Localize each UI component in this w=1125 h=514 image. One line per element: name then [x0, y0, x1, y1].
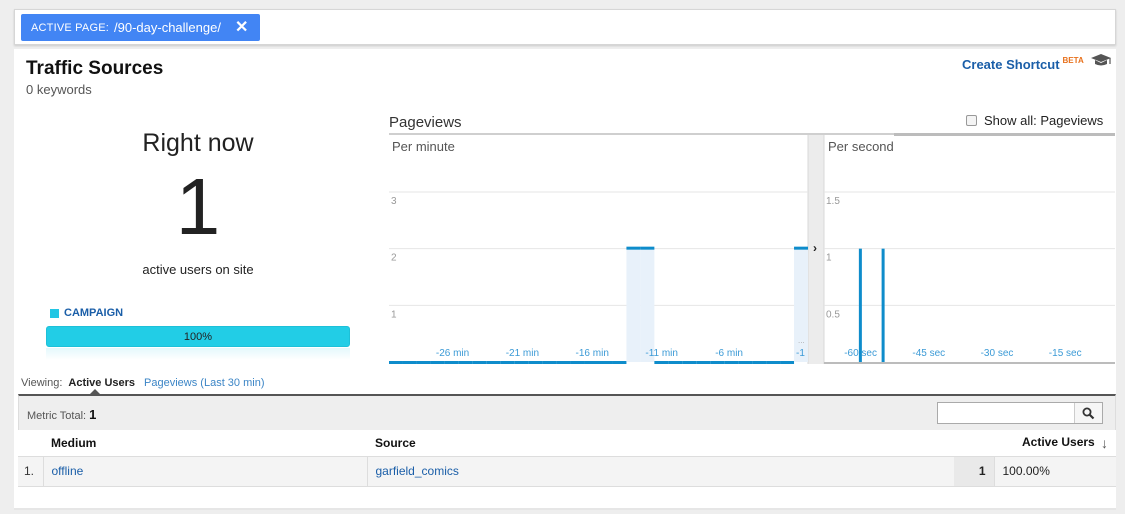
panel-bottom [14, 508, 1116, 510]
bar-zero [696, 361, 711, 364]
close-icon[interactable]: ✕ [235, 19, 248, 36]
metric-total-value: 1 [89, 407, 97, 422]
x-tick-label: -21 min [506, 348, 539, 359]
main-panel: Traffic Sources 0 keywords Create Shortc… [14, 49, 1116, 510]
bar-zero [458, 361, 473, 364]
active-page-filter-chip[interactable]: ACTIVE PAGE: /90-day-challenge/ ✕ [21, 14, 261, 41]
x-tick-label: -30 sec [981, 348, 1014, 359]
bar-top [794, 246, 808, 250]
bar-highlight [794, 248, 808, 362]
bar-zero [612, 361, 627, 364]
x-tick-label: -26 min [436, 348, 469, 359]
bar [881, 248, 885, 363]
bar-top [626, 246, 641, 250]
x-tick-label: -60 sec [844, 348, 877, 359]
chart-subtitle: Per second [828, 139, 894, 154]
filter-key: ACTIVE PAGE: [31, 21, 109, 34]
table-search [937, 402, 1103, 424]
active-users-header-label: Active Users [1022, 434, 1095, 449]
x-tick-label: -6 min [715, 348, 743, 359]
chart-subtitle: Per minute [392, 139, 455, 154]
bar-zero [738, 361, 753, 364]
percent-cell: 100.00% [993, 456, 1116, 487]
ellipsis: ... [798, 336, 805, 345]
y-tick-label: 1 [826, 253, 832, 264]
chevron-right-icon[interactable]: › [813, 241, 817, 255]
bar-zero [416, 361, 431, 364]
arrow-down-icon[interactable]: ↓ [1101, 435, 1108, 451]
tab-active-users[interactable]: Active Users [68, 377, 135, 389]
bar-top [640, 246, 655, 250]
medium-cell[interactable]: offline [43, 456, 367, 487]
index-header [18, 430, 43, 457]
metric-total-label: Metric Total: [27, 410, 87, 422]
bar-zero [500, 361, 515, 364]
bar-zero [514, 361, 529, 364]
bar-zero [556, 361, 571, 364]
bar [858, 248, 862, 363]
bar-highlight [626, 248, 641, 362]
row-index: 1. [18, 456, 44, 487]
x-tick-label: -11 min [645, 348, 678, 359]
filter-bar: ACTIVE PAGE: /90-day-challenge/ ✕ [14, 9, 1116, 45]
bar-zero [430, 361, 445, 364]
viewing-label: Viewing: [21, 377, 63, 389]
bar-zero [752, 361, 767, 364]
filter-value: /90-day-challenge/ [114, 20, 221, 35]
y-tick-label: 1.5 [826, 196, 840, 207]
traffic-table: Metric Total: 1 Medium Source Active Use… [18, 394, 1116, 487]
tab-pageviews[interactable]: Pageviews (Last 30 min) [144, 377, 264, 389]
y-tick-label: 0.5 [826, 309, 840, 320]
bar-zero [444, 361, 459, 364]
bar-zero [570, 361, 585, 364]
bar-zero [780, 361, 795, 364]
bar-zero [598, 361, 613, 364]
data-table: Medium Source Active Users ↓ 1. offline g… [18, 430, 1116, 487]
y-tick-label: 3 [391, 196, 397, 207]
search-icon [1082, 407, 1095, 419]
bar-zero [402, 361, 417, 364]
table-header-row: Medium Source Active Users ↓ [18, 430, 1116, 457]
bar-zero [472, 361, 487, 364]
x-tick-label: -45 sec [912, 348, 945, 359]
bar-zero [710, 361, 725, 364]
active-users-cell: 1 [954, 456, 994, 487]
bar-zero [724, 361, 739, 364]
medium-header[interactable]: Medium [43, 430, 367, 457]
x-tick-label: -1 [796, 348, 805, 359]
viewing-switcher: Viewing: Active Users Pageviews (Last 30… [21, 377, 265, 389]
y-tick-label: 1 [391, 309, 397, 320]
search-button[interactable] [1074, 403, 1102, 423]
bar-zero [654, 361, 669, 364]
table-row: 1. offline garfield_comics 1 100.00% [18, 456, 1116, 487]
bar-zero [389, 361, 403, 364]
bar-zero [682, 361, 697, 364]
bar-zero [584, 361, 599, 364]
bar-zero [668, 361, 683, 364]
metric-total-bar: Metric Total: 1 [18, 394, 1116, 430]
bar-zero [486, 361, 501, 364]
table-search-input[interactable] [938, 403, 1074, 423]
active-users-header[interactable]: Active Users ↓ [954, 430, 1116, 457]
x-tick-label: -16 min [576, 348, 609, 359]
bar-highlight [640, 248, 655, 362]
source-cell[interactable]: garfield_comics [366, 456, 954, 487]
pageviews-charts: › Per minute 1 2 3... -26 min -21 min -16 min -1… [389, 135, 1115, 364]
source-header[interactable]: Source [367, 430, 954, 457]
x-tick-label: -15 sec [1049, 348, 1082, 359]
y-tick-label: 2 [391, 253, 397, 264]
bar-zero [766, 361, 781, 364]
bar-zero [528, 361, 543, 364]
bar-zero [542, 361, 557, 364]
